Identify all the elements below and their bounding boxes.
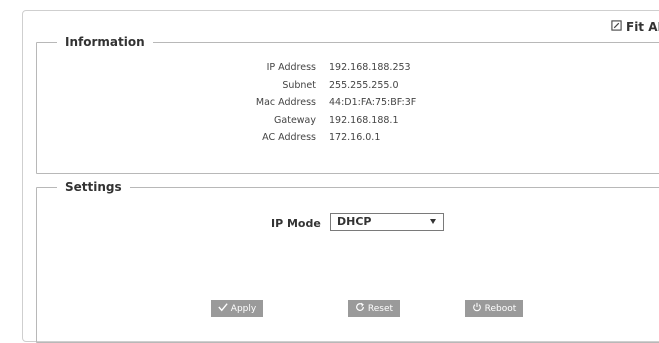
ip-address-label: IP Address (266, 62, 316, 73)
mac-address-label: Mac Address (255, 97, 316, 108)
ac-address-value: 172.16.0.1 (329, 132, 381, 143)
gateway-value: 192.168.188.1 (329, 114, 399, 126)
reset-button[interactable]: Reset (348, 300, 400, 317)
ip-mode-select[interactable]: DHCP (330, 213, 444, 231)
gateway-label: Gateway (274, 114, 316, 126)
info-row-gateway: Gateway 192.168.188.1 (37, 115, 659, 133)
subnet-label: Subnet (282, 79, 316, 91)
refresh-icon (355, 302, 365, 315)
reboot-button[interactable]: Reboot (465, 300, 523, 317)
settings-section: Settings IP Mode DHCP Apply Reset Reboot (36, 181, 659, 343)
ac-address-label: AC Address (262, 132, 316, 143)
reset-label: Reset (367, 303, 394, 314)
ip-mode-selected-value: DHCP (337, 215, 372, 228)
info-row-ip-address: IP Address 192.168.188.253 (37, 62, 659, 80)
information-table: IP Address 192.168.188.253 Subnet 255.25… (37, 62, 659, 150)
ip-address-value: 192.168.188.253 (329, 62, 411, 73)
mac-address-value: 44:D1:FA:75:BF:3F (329, 97, 417, 108)
apply-button[interactable]: Apply (211, 300, 263, 317)
fit-ap-button[interactable]: Fit AP (611, 20, 659, 34)
ip-mode-label: IP Mode (271, 217, 321, 230)
info-row-subnet: Subnet 255.255.255.0 (37, 80, 659, 98)
edit-icon (611, 20, 622, 34)
info-row-mac-address: Mac Address 44:D1:FA:75:BF:3F (37, 97, 659, 115)
subnet-value: 255.255.255.0 (329, 79, 399, 91)
info-row-ac-address: AC Address 172.16.0.1 (37, 132, 659, 150)
apply-label: Apply (230, 303, 257, 314)
information-section: Information IP Address 192.168.188.253 S… (36, 36, 659, 174)
checkmark-icon (218, 302, 228, 315)
settings-legend: Settings (65, 180, 122, 194)
dropdown-arrow-icon (430, 219, 436, 224)
reboot-label: Reboot (484, 303, 517, 314)
information-legend: Information (65, 35, 145, 49)
power-icon (472, 302, 482, 315)
fit-ap-label: Fit AP (626, 20, 659, 34)
